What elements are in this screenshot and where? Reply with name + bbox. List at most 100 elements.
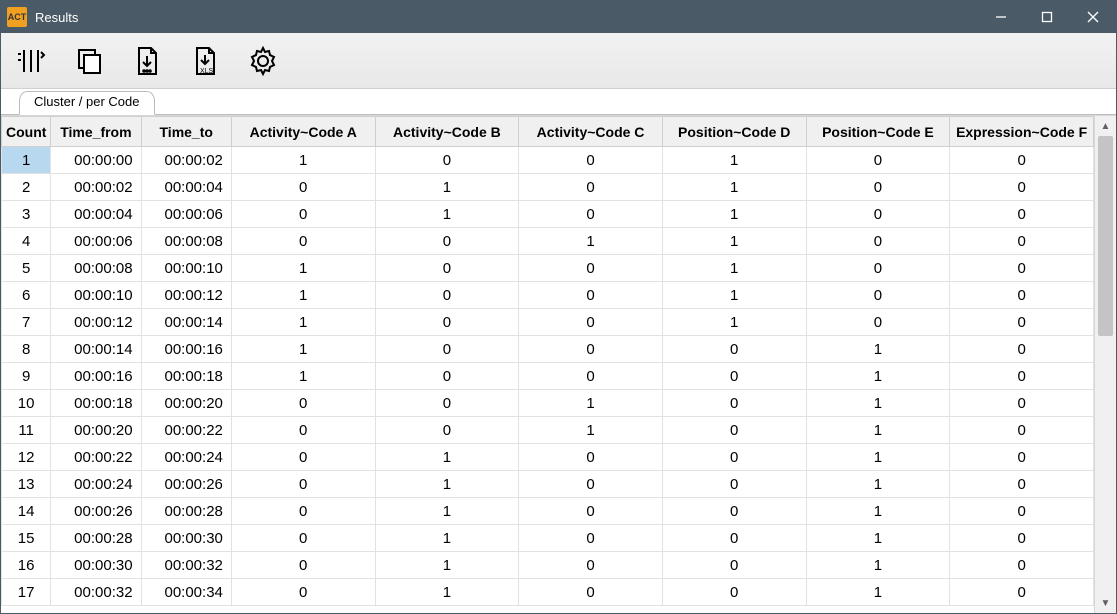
cell-count[interactable]: 17: [2, 579, 51, 606]
table-row[interactable]: 900:00:1600:00:18100010: [2, 363, 1094, 390]
cell-val-c[interactable]: 0: [519, 363, 663, 390]
cell-time-to[interactable]: 00:00:24: [141, 444, 231, 471]
cell-val-a[interactable]: 0: [231, 498, 375, 525]
cell-time-from[interactable]: 00:00:30: [51, 552, 141, 579]
data-grid[interactable]: Count Time_from Time_to Activity~Code A …: [1, 116, 1094, 613]
col-activity-b[interactable]: Activity~Code B: [375, 117, 519, 147]
cell-val-d[interactable]: 1: [662, 282, 806, 309]
cell-val-d[interactable]: 0: [662, 390, 806, 417]
col-count[interactable]: Count: [2, 117, 51, 147]
cell-time-to[interactable]: 00:00:06: [141, 201, 231, 228]
cell-val-c[interactable]: 0: [519, 471, 663, 498]
table-row[interactable]: 1700:00:3200:00:34010010: [2, 579, 1094, 606]
cell-val-b[interactable]: 1: [375, 444, 519, 471]
col-position-e[interactable]: Position~Code E: [806, 117, 950, 147]
cell-val-b[interactable]: 0: [375, 336, 519, 363]
cell-val-a[interactable]: 1: [231, 147, 375, 174]
cell-time-to[interactable]: 00:00:28: [141, 498, 231, 525]
cell-time-to[interactable]: 00:00:16: [141, 336, 231, 363]
cell-val-e[interactable]: 0: [806, 201, 950, 228]
cell-time-to[interactable]: 00:00:30: [141, 525, 231, 552]
cell-val-a[interactable]: 0: [231, 201, 375, 228]
cell-time-to[interactable]: 00:00:14: [141, 309, 231, 336]
cell-time-from[interactable]: 00:00:18: [51, 390, 141, 417]
export-xls-button[interactable]: XLS: [185, 41, 225, 81]
copy-button[interactable]: [69, 41, 109, 81]
cell-val-d[interactable]: 0: [662, 498, 806, 525]
cell-count[interactable]: 6: [2, 282, 51, 309]
cell-count[interactable]: 11: [2, 417, 51, 444]
cell-val-a[interactable]: 0: [231, 579, 375, 606]
cell-val-e[interactable]: 1: [806, 336, 950, 363]
cell-count[interactable]: 14: [2, 498, 51, 525]
cell-time-to[interactable]: 00:00:08: [141, 228, 231, 255]
cell-val-b[interactable]: 0: [375, 228, 519, 255]
cell-count[interactable]: 4: [2, 228, 51, 255]
cell-val-c[interactable]: 0: [519, 255, 663, 282]
cell-val-b[interactable]: 1: [375, 552, 519, 579]
cell-time-from[interactable]: 00:00:26: [51, 498, 141, 525]
vertical-scrollbar[interactable]: ▲ ▼: [1094, 116, 1116, 613]
cell-val-b[interactable]: 1: [375, 525, 519, 552]
cell-val-d[interactable]: 0: [662, 471, 806, 498]
table-row[interactable]: 600:00:1000:00:12100100: [2, 282, 1094, 309]
cell-count[interactable]: 13: [2, 471, 51, 498]
cell-val-e[interactable]: 0: [806, 309, 950, 336]
cell-val-f[interactable]: 0: [950, 282, 1094, 309]
table-row[interactable]: 200:00:0200:00:04010100: [2, 174, 1094, 201]
cell-val-c[interactable]: 1: [519, 417, 663, 444]
cell-time-to[interactable]: 00:00:12: [141, 282, 231, 309]
cell-val-b[interactable]: 0: [375, 282, 519, 309]
cell-val-c[interactable]: 1: [519, 228, 663, 255]
cell-time-from[interactable]: 00:00:16: [51, 363, 141, 390]
cell-val-f[interactable]: 0: [950, 201, 1094, 228]
cell-val-f[interactable]: 0: [950, 147, 1094, 174]
cell-time-to[interactable]: 00:00:04: [141, 174, 231, 201]
cell-time-to[interactable]: 00:00:02: [141, 147, 231, 174]
cell-val-f[interactable]: 0: [950, 579, 1094, 606]
cell-val-c[interactable]: 1: [519, 390, 663, 417]
cell-val-b[interactable]: 1: [375, 471, 519, 498]
cell-time-from[interactable]: 00:00:08: [51, 255, 141, 282]
cell-count[interactable]: 2: [2, 174, 51, 201]
scroll-up-arrow-icon[interactable]: ▲: [1095, 116, 1116, 136]
cell-time-from[interactable]: 00:00:04: [51, 201, 141, 228]
cell-val-a[interactable]: 1: [231, 255, 375, 282]
cell-count[interactable]: 3: [2, 201, 51, 228]
cell-val-e[interactable]: 1: [806, 552, 950, 579]
cell-count[interactable]: 15: [2, 525, 51, 552]
cell-val-d[interactable]: 0: [662, 552, 806, 579]
cell-val-a[interactable]: 0: [231, 525, 375, 552]
cell-val-f[interactable]: 0: [950, 255, 1094, 282]
minimize-button[interactable]: [978, 1, 1024, 33]
cell-val-b[interactable]: 0: [375, 147, 519, 174]
cell-val-d[interactable]: 1: [662, 309, 806, 336]
table-row[interactable]: 1200:00:2200:00:24010010: [2, 444, 1094, 471]
cell-time-to[interactable]: 00:00:26: [141, 471, 231, 498]
cell-val-a[interactable]: 0: [231, 471, 375, 498]
cell-count[interactable]: 12: [2, 444, 51, 471]
cell-val-e[interactable]: 1: [806, 444, 950, 471]
cell-time-from[interactable]: 00:00:24: [51, 471, 141, 498]
cell-val-f[interactable]: 0: [950, 363, 1094, 390]
cell-val-c[interactable]: 0: [519, 498, 663, 525]
cell-val-e[interactable]: 1: [806, 579, 950, 606]
cell-val-b[interactable]: 0: [375, 363, 519, 390]
cell-val-d[interactable]: 0: [662, 417, 806, 444]
cell-val-b[interactable]: 1: [375, 201, 519, 228]
cell-val-f[interactable]: 0: [950, 336, 1094, 363]
cell-count[interactable]: 9: [2, 363, 51, 390]
table-row[interactable]: 1100:00:2000:00:22001010: [2, 417, 1094, 444]
cell-val-e[interactable]: 1: [806, 363, 950, 390]
cell-count[interactable]: 10: [2, 390, 51, 417]
cell-val-d[interactable]: 1: [662, 147, 806, 174]
cell-time-from[interactable]: 00:00:12: [51, 309, 141, 336]
cell-count[interactable]: 1: [2, 147, 51, 174]
cell-val-f[interactable]: 0: [950, 498, 1094, 525]
cell-val-d[interactable]: 0: [662, 336, 806, 363]
scroll-down-arrow-icon[interactable]: ▼: [1095, 593, 1116, 613]
cell-time-from[interactable]: 00:00:28: [51, 525, 141, 552]
col-time-from[interactable]: Time_from: [51, 117, 141, 147]
cell-time-from[interactable]: 00:00:22: [51, 444, 141, 471]
cell-val-c[interactable]: 0: [519, 552, 663, 579]
